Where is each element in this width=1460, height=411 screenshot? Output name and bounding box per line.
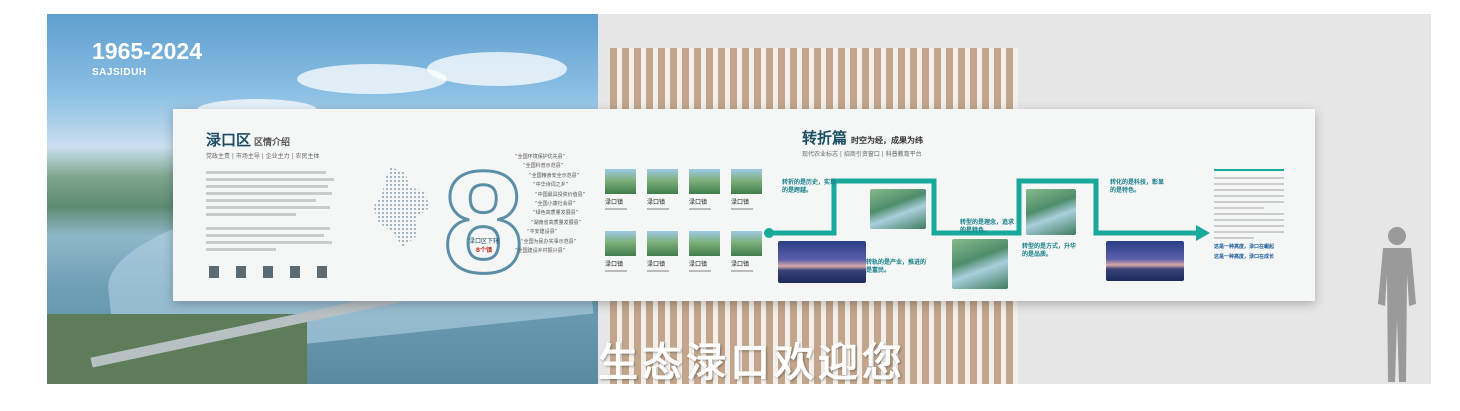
town-card: 渌口镇	[689, 231, 720, 272]
turning-section: 转折篇 时空为经，成果为纬 现代农业标志 | 招商引资窗口 | 科普教育平台 转折…	[764, 109, 1315, 301]
honor-item: “全国环境保护优先县”	[515, 154, 566, 160]
timeline-start-dot	[764, 228, 774, 238]
town-card: 渌口镇	[647, 169, 678, 210]
closing-line: 这是一种高度，渌口在成长	[1214, 254, 1275, 260]
town-name: 渌口镇	[689, 199, 708, 206]
honor-item: “全国建设乡村振兴县”	[515, 248, 566, 255]
town-photo	[605, 169, 636, 194]
intro-icons	[209, 263, 344, 282]
town-card: 渌口镇	[605, 231, 636, 272]
intro-tags: 党政主责 | 市场主导 | 企业主力 | 农民主体	[206, 153, 320, 160]
aerial-photo-3	[952, 239, 1008, 289]
timeline-note: 转型的是方式，升华的是品质。	[1022, 243, 1080, 259]
town-name: 渌口镇	[605, 199, 624, 206]
honor-item: “全国粮食安全示范县”	[529, 172, 580, 179]
note-text: 转化的是科技，彰显的是特色。	[1110, 179, 1165, 194]
intro-title: 渌口区 区情介绍	[206, 129, 290, 150]
town-card: 渌口镇	[647, 231, 678, 272]
intro-subtitle: 区情介绍	[254, 138, 291, 148]
honor-item: “绿色高质量发展县”	[533, 210, 579, 217]
stat-icon	[263, 266, 273, 278]
aerial-photo-4	[1026, 189, 1076, 235]
town-photo	[647, 231, 678, 256]
stat-icon	[290, 266, 300, 278]
town-name: 渌口镇	[731, 199, 750, 206]
number-caption-line: 8个镇	[475, 247, 493, 254]
timeline-note: 转型的是理念，追求的是特色。	[960, 219, 1014, 235]
closing-column: 这是一种高度，渌口在崛起 这是一种高度，渌口在成长	[1214, 169, 1284, 260]
note-text: 转型的是理念，追求的是特色。	[960, 219, 1015, 234]
honor-item: “湖南省高质量发展县”	[531, 219, 582, 226]
info-panel: 渌口区 区情介绍 党政主责 | 市场主导 | 企业主力 | 农民主体 8 渌口区下…	[173, 109, 1315, 301]
big-number: 8	[442, 141, 526, 303]
timeline-note: 转折的是历史，实现的是跨越。	[782, 179, 840, 195]
town-photo	[689, 169, 720, 194]
town-card: 渌口镇	[731, 169, 762, 210]
town-photo	[605, 231, 636, 256]
town-name: 渌口镇	[605, 261, 624, 268]
note-text: 转折的是历史，实现的是跨越。	[782, 179, 837, 194]
timeline-note: 转轨的是产业，推进的是富民。	[866, 259, 926, 275]
intro-section: 渌口区 区情介绍 党政主责 | 市场主导 | 企业主力 | 农民主体	[173, 109, 438, 301]
aerial-photo-2	[870, 189, 926, 229]
city-photo	[778, 241, 866, 283]
town-card: 渌口镇	[605, 169, 636, 210]
years-title: 1965-2024	[92, 38, 202, 64]
town-name: 渌口镇	[647, 261, 666, 268]
town-photo	[731, 169, 762, 194]
honor-item: “中国最具投资价值县”	[535, 191, 586, 198]
person-silhouette	[1378, 227, 1416, 382]
intro-paragraph	[206, 171, 336, 255]
town-name: 渌口镇	[647, 199, 666, 206]
city-photo-2	[1106, 241, 1184, 281]
welcome-slogan: 生态渌口欢迎您	[598, 340, 906, 384]
town-name: 渌口镇	[731, 261, 750, 268]
timeline-note: 转化的是科技，彰显的是特色。	[1110, 179, 1164, 195]
honor-list: “全国环境保护优先县” “全国科普示范县” “全国粮食安全示范县” “中华诗词之…	[515, 153, 585, 256]
honor-item: “平安建设县”	[527, 229, 558, 236]
number-caption: 渌口区下辖 8个镇	[469, 237, 499, 255]
note-text: 转轨的是产业，推进的是富民。	[866, 259, 927, 274]
intro-title-text: 渌口区	[206, 131, 252, 149]
years-code: SAJSIDUH	[92, 67, 147, 78]
honor-item: “全国科普示范县”	[523, 163, 564, 170]
town-name: 渌口镇	[689, 261, 708, 268]
honor-item: “全国为民办实事示范县”	[521, 238, 577, 245]
honor-item: “中华诗词之乡”	[533, 182, 569, 189]
town-photo	[689, 231, 720, 256]
town-card: 渌口镇	[689, 169, 720, 210]
town-card: 渌口镇	[731, 231, 762, 272]
honor-item: “全国小康社会县”	[535, 201, 576, 208]
stat-icon	[317, 266, 327, 278]
town-photo	[731, 231, 762, 256]
timeline-arrow-icon	[1196, 225, 1210, 241]
stat-icon	[209, 266, 219, 278]
number-caption-line: 渌口区下辖	[469, 238, 500, 245]
exhibition-wall: 1965-2024 SAJSIDUH 渌口区 区情介绍 党政主责 | 市场主导 |…	[47, 14, 1431, 384]
town-photo	[647, 169, 678, 194]
district-map-icon	[373, 167, 430, 247]
closing-line: 这是一种高度，渌口在崛起	[1214, 244, 1275, 250]
stat-icon	[236, 266, 246, 278]
note-text: 转型的是方式，升华的是品质。	[1022, 243, 1077, 258]
